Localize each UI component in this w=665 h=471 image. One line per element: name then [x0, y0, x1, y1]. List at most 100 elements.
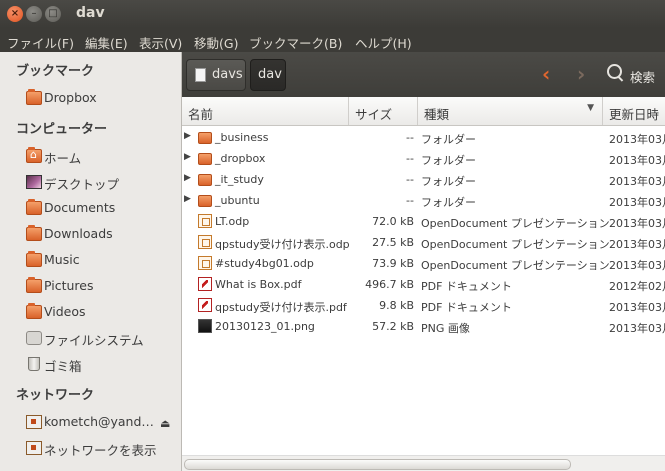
folder-icon	[26, 89, 42, 105]
search-button[interactable]: 検索	[630, 67, 655, 86]
column-size[interactable]: サイズ	[349, 97, 418, 125]
file-date: 2012年02月	[609, 280, 665, 293]
menu-file[interactable]: ファイル(F)	[7, 33, 74, 52]
sidebar-item-videos[interactable]: Videos	[24, 301, 181, 323]
file-date: 2013年03月	[609, 259, 665, 272]
file-date: 2013年03月	[609, 238, 665, 251]
menu-bar: ファイル(F) 編集(E) 表示(V) 移動(G) ブックマーク(B) ヘルプ(…	[0, 28, 665, 52]
sidebar-item-dropbox[interactable]: Dropbox	[24, 87, 181, 109]
scrollbar-thumb[interactable]	[184, 459, 571, 470]
menu-view[interactable]: 表示(V)	[139, 33, 182, 52]
file-list: 名前 サイズ 種類 ▼ 更新日時 ▶ _business -- フォルダー 201…	[182, 97, 665, 471]
sidebar-item-network-share[interactable]: kometch@yand…	[24, 411, 181, 433]
sidebar-item-label: Music	[44, 252, 80, 267]
sidebar-item-desktop[interactable]: デスクトップ	[24, 171, 181, 193]
sidebar-header-computer: コンピューター	[16, 122, 108, 137]
title-bar[interactable]: × – □ dav	[0, 0, 665, 28]
column-date[interactable]: 更新日時	[603, 97, 665, 125]
minimize-window-button[interactable]: –	[26, 6, 42, 22]
sidebar-item-downloads[interactable]: Downloads	[24, 223, 181, 245]
file-date: 2013年03月	[609, 133, 665, 146]
eject-icon[interactable]: ⏏	[160, 417, 170, 430]
table-row[interactable]: ▶ _dropbox -- フォルダー 2013年03月	[182, 148, 665, 169]
column-label: サイズ	[355, 107, 393, 122]
sidebar-item-trash[interactable]: ゴミ箱	[24, 353, 181, 375]
network-share-icon	[26, 415, 42, 429]
table-row[interactable]: ▶ _ubuntu -- フォルダー 2013年03月	[182, 190, 665, 211]
maximize-window-button[interactable]: □	[45, 6, 61, 22]
file-size: --	[406, 173, 414, 186]
network-icon	[26, 441, 42, 455]
folder-icon	[26, 303, 42, 319]
file-date: 2013年03月	[609, 154, 665, 167]
trash-icon	[28, 357, 40, 371]
file-type: PDF ドキュメント	[421, 280, 512, 293]
table-row[interactable]: qpstudy受け付け表示.odp 27.5 kB OpenDocument プ…	[182, 232, 665, 253]
file-date: 2013年03月	[609, 175, 665, 188]
breadcrumb-dav[interactable]: dav	[250, 59, 286, 91]
sidebar-item-label: デスクトップ	[44, 177, 120, 192]
column-label: 更新日時	[609, 107, 660, 122]
sidebar-header-bookmarks: ブックマーク	[16, 64, 95, 79]
file-size: --	[406, 131, 414, 144]
menu-bookmarks[interactable]: ブックマーク(B)	[249, 33, 342, 52]
file-type: フォルダー	[421, 175, 476, 188]
file-date: 2013年03月	[609, 196, 665, 209]
sidebar-item-pictures[interactable]: Pictures	[24, 275, 181, 297]
sidebar-item-label: kometch@yand…	[44, 414, 154, 429]
file-type: PDF ドキュメント	[421, 301, 512, 314]
folder-icon	[26, 199, 42, 215]
sidebar-item-music[interactable]: Music	[24, 249, 181, 271]
file-type: フォルダー	[421, 196, 476, 209]
file-type: フォルダー	[421, 133, 476, 146]
file-size: 57.2 kB	[372, 320, 414, 333]
sidebar-item-filesystem[interactable]: ファイルシステム	[24, 327, 181, 349]
file-type: PNG 画像	[421, 322, 470, 335]
forward-arrow-icon[interactable]: ›	[577, 62, 585, 86]
sidebar-item-browse-network[interactable]: ネットワークを表示	[24, 437, 181, 459]
table-row[interactable]: qpstudy受け付け表示.pdf 9.8 kB PDF ドキュメント 2013…	[182, 295, 665, 316]
sidebar-item-label: ゴミ箱	[44, 359, 82, 374]
file-date: 2013年03月	[609, 322, 665, 335]
menu-go[interactable]: 移動(G)	[194, 33, 238, 52]
table-row[interactable]: What is Box.pdf 496.7 kB PDF ドキュメント 2012…	[182, 274, 665, 295]
table-row[interactable]: 20130123_01.png 57.2 kB PNG 画像 2013年03月	[182, 316, 665, 337]
file-icon	[195, 68, 206, 82]
menu-help[interactable]: ヘルプ(H)	[355, 33, 412, 52]
column-name[interactable]: 名前	[182, 97, 349, 125]
breadcrumb-davs[interactable]: davs	[186, 59, 246, 91]
sidebar-item-label: ファイルシステム	[44, 333, 144, 348]
table-row[interactable]: LT.odp 72.0 kB OpenDocument プレゼンテーション 20…	[182, 211, 665, 232]
column-label: 名前	[188, 107, 214, 122]
sidebar-item-label: Documents	[44, 200, 116, 215]
close-window-button[interactable]: ×	[7, 6, 23, 22]
places-sidebar: ブックマーク Dropbox コンピューター ホーム デスクトップ Docume…	[0, 52, 182, 471]
folder-icon	[26, 251, 42, 267]
sidebar-item-label: Pictures	[44, 278, 94, 293]
breadcrumb-label: dav	[258, 67, 282, 82]
sidebar-header-network: ネットワーク	[16, 388, 95, 403]
sort-down-icon: ▼	[587, 103, 594, 113]
sidebar-item-label: ホーム	[44, 151, 82, 166]
file-type: OpenDocument プレゼンテーション	[421, 217, 610, 230]
sidebar-item-label: Dropbox	[44, 90, 97, 105]
table-row[interactable]: ▶ _it_study -- フォルダー 2013年03月	[182, 169, 665, 190]
file-date: 2013年03月	[609, 301, 665, 314]
file-type: OpenDocument プレゼンテーション	[421, 259, 610, 272]
breadcrumb-label: davs	[212, 67, 243, 82]
sidebar-item-documents[interactable]: Documents	[24, 197, 181, 219]
sidebar-item-home[interactable]: ホーム	[24, 145, 181, 167]
table-row[interactable]: ▶ _business -- フォルダー 2013年03月	[182, 127, 665, 148]
column-type[interactable]: 種類 ▼	[418, 97, 603, 125]
file-size: 9.8 kB	[379, 299, 414, 312]
sidebar-item-label: ネットワークを表示	[44, 443, 157, 458]
table-row[interactable]: #study4bg01.odp 73.9 kB OpenDocument プレゼ…	[182, 253, 665, 274]
menu-edit[interactable]: 編集(E)	[85, 33, 128, 52]
horizontal-scrollbar[interactable]	[182, 455, 665, 471]
desktop-icon	[26, 175, 42, 189]
back-arrow-icon[interactable]: ‹	[542, 62, 550, 86]
folder-icon	[26, 277, 42, 293]
folder-icon	[26, 225, 42, 241]
drive-icon	[26, 331, 42, 345]
search-icon[interactable]	[607, 64, 622, 79]
